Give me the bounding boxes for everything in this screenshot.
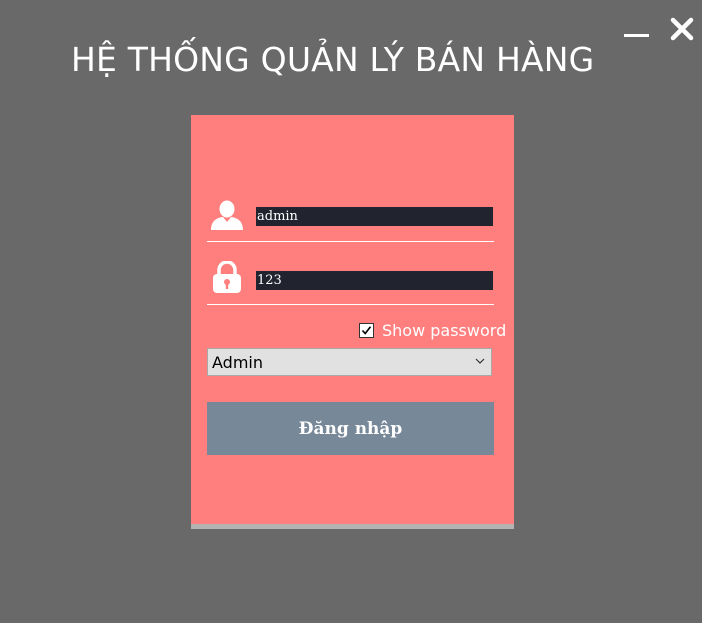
lock-icon xyxy=(213,261,241,293)
show-password-checkbox[interactable] xyxy=(359,323,374,338)
login-button[interactable]: Đăng nhập xyxy=(207,402,494,455)
close-icon xyxy=(670,17,694,41)
show-password-label: Show password xyxy=(382,321,507,340)
chevron-down-icon xyxy=(475,358,485,364)
show-password-toggle[interactable]: Show password xyxy=(359,321,506,340)
login-panel: Show password Admin Đăng nhập xyxy=(191,115,514,529)
username-underline xyxy=(207,241,494,242)
password-field[interactable] xyxy=(256,271,493,290)
app-title: HỆ THỐNG QUẢN LÝ BÁN HÀNG xyxy=(71,40,595,79)
password-underline xyxy=(207,304,494,305)
user-icon xyxy=(211,200,243,230)
checkmark-icon xyxy=(361,326,372,335)
panel-footer xyxy=(191,524,514,529)
role-select[interactable]: Admin xyxy=(207,348,492,376)
username-field[interactable] xyxy=(256,207,493,226)
minimize-icon xyxy=(624,34,649,37)
close-button[interactable] xyxy=(668,16,696,42)
role-selected-value: Admin xyxy=(212,353,263,372)
minimize-button[interactable] xyxy=(622,16,650,42)
